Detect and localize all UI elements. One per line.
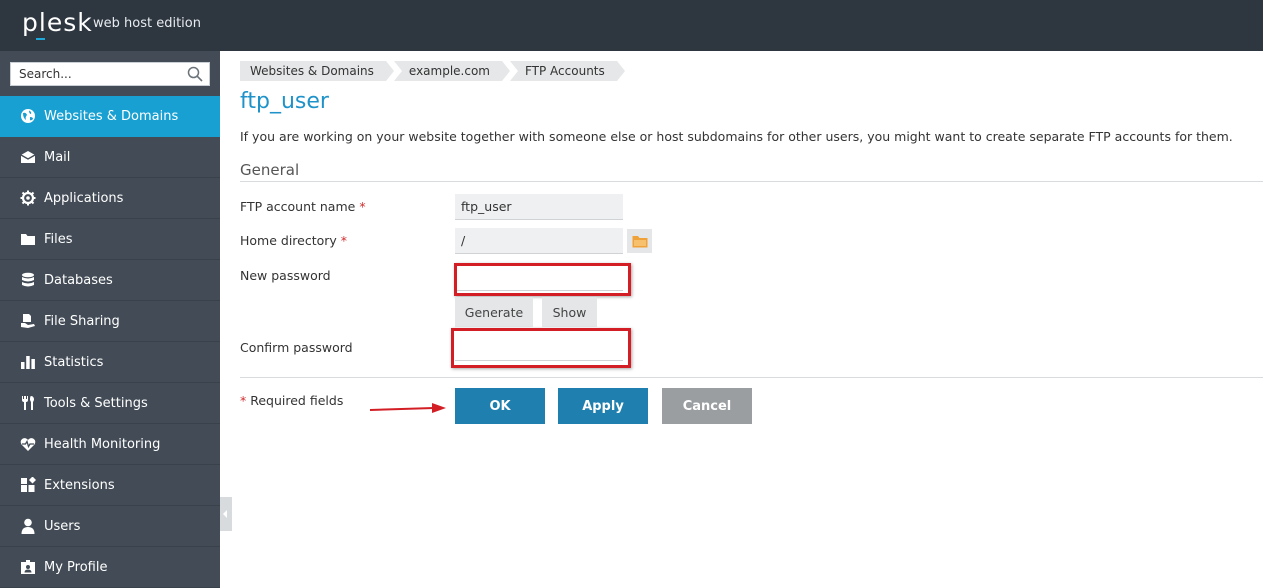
- cancel-button[interactable]: Cancel: [662, 388, 752, 424]
- sidebar-item-label: Extensions: [44, 477, 115, 493]
- sidebar-item-statistics[interactable]: Statistics: [0, 342, 220, 383]
- sidebar-item-files[interactable]: Files: [0, 219, 220, 260]
- breadcrumb-domain[interactable]: example.com: [393, 61, 511, 81]
- sidebar-item-label: Health Monitoring: [44, 436, 161, 452]
- breadcrumb: Websites & Domains example.com FTP Accou…: [240, 61, 626, 81]
- show-password-button[interactable]: Show: [542, 297, 597, 327]
- generate-password-button[interactable]: Generate: [455, 297, 533, 327]
- sidebar-item-label: Files: [44, 231, 73, 247]
- confirm-password-highlight: [451, 328, 631, 368]
- sidebar-item-label: Applications: [44, 190, 124, 206]
- page-description: If you are working on your website toget…: [240, 129, 1233, 144]
- required-mark: *: [240, 393, 247, 408]
- sidebar-item-label: Statistics: [44, 354, 104, 370]
- home-directory-label-text: Home directory: [240, 233, 337, 248]
- account-name-label: FTP account name *: [240, 199, 366, 214]
- sidebar-item-label: File Sharing: [44, 313, 120, 329]
- browse-folder-button[interactable]: [627, 229, 652, 253]
- sidebar-item-label: Mail: [44, 149, 71, 165]
- breadcrumb-websites-domains[interactable]: Websites & Domains: [240, 61, 394, 81]
- sidebar-item-users[interactable]: Users: [0, 506, 220, 547]
- sidebar-item-databases[interactable]: Databases: [0, 260, 220, 301]
- sidebar: Websites & Domains Mail Applications Fil…: [0, 51, 220, 588]
- profile-icon: [19, 558, 37, 576]
- search-box: [10, 62, 210, 86]
- search-icon[interactable]: [187, 66, 203, 82]
- search-input[interactable]: [11, 63, 181, 85]
- required-mark: *: [359, 199, 366, 214]
- form-footer-divider: [240, 377, 1263, 378]
- sidebar-item-my-profile[interactable]: My Profile: [0, 547, 220, 588]
- database-icon: [19, 271, 37, 289]
- page-title: ftp_user: [240, 89, 329, 114]
- home-directory-field[interactable]: [455, 228, 623, 254]
- plesk-logo[interactable]: plesk: [22, 8, 93, 37]
- new-password-highlight: [454, 263, 631, 296]
- top-header: plesk web host edition: [0, 0, 1263, 51]
- sidebar-item-extensions[interactable]: Extensions: [0, 465, 220, 506]
- envelope-icon: [19, 148, 37, 166]
- section-title: General: [240, 161, 300, 179]
- folder-icon: [19, 230, 37, 248]
- sidebar-item-label: Websites & Domains: [44, 108, 179, 124]
- globe-icon: [19, 107, 37, 125]
- sidebar-item-label: My Profile: [44, 559, 108, 575]
- folder-icon: [632, 235, 647, 247]
- account-name-field[interactable]: [455, 194, 623, 220]
- sidebar-item-tools-settings[interactable]: Tools & Settings: [0, 383, 220, 424]
- logo-accent: [36, 38, 45, 40]
- new-password-label: New password: [240, 268, 331, 283]
- apply-button[interactable]: Apply: [558, 388, 648, 424]
- sidebar-item-label: Users: [44, 518, 81, 534]
- user-icon: [19, 517, 37, 535]
- sidebar-item-mail[interactable]: Mail: [0, 137, 220, 178]
- sidebar-item-file-sharing[interactable]: File Sharing: [0, 301, 220, 342]
- extensions-icon: [19, 476, 37, 494]
- section-divider: [240, 181, 1263, 182]
- sidebar-item-websites-domains[interactable]: Websites & Domains: [0, 96, 220, 137]
- required-fields-text: Required fields: [250, 393, 344, 408]
- breadcrumb-ftp-accounts[interactable]: FTP Accounts: [509, 61, 625, 81]
- home-directory-label: Home directory *: [240, 233, 347, 248]
- confirm-password-label: Confirm password: [240, 340, 353, 355]
- sidebar-item-health-monitoring[interactable]: Health Monitoring: [0, 424, 220, 465]
- file-sharing-icon: [19, 312, 37, 330]
- sidebar-nav: Websites & Domains Mail Applications Fil…: [0, 96, 220, 588]
- gear-icon: [19, 189, 37, 207]
- required-mark: *: [340, 233, 348, 248]
- account-name-label-text: FTP account name: [240, 199, 356, 214]
- sidebar-item-label: Tools & Settings: [44, 395, 148, 411]
- edition-label: web host edition: [93, 16, 201, 31]
- main-content: Websites & Domains example.com FTP Accou…: [220, 51, 1263, 588]
- bar-chart-icon: [19, 353, 37, 371]
- heart-pulse-icon: [19, 435, 37, 453]
- tools-icon: [19, 394, 37, 412]
- pointer-arrow-icon: [369, 403, 446, 413]
- ok-button[interactable]: OK: [455, 388, 545, 424]
- required-fields-note: * Required fields: [240, 393, 343, 408]
- sidebar-item-applications[interactable]: Applications: [0, 178, 220, 219]
- sidebar-item-label: Databases: [44, 272, 113, 288]
